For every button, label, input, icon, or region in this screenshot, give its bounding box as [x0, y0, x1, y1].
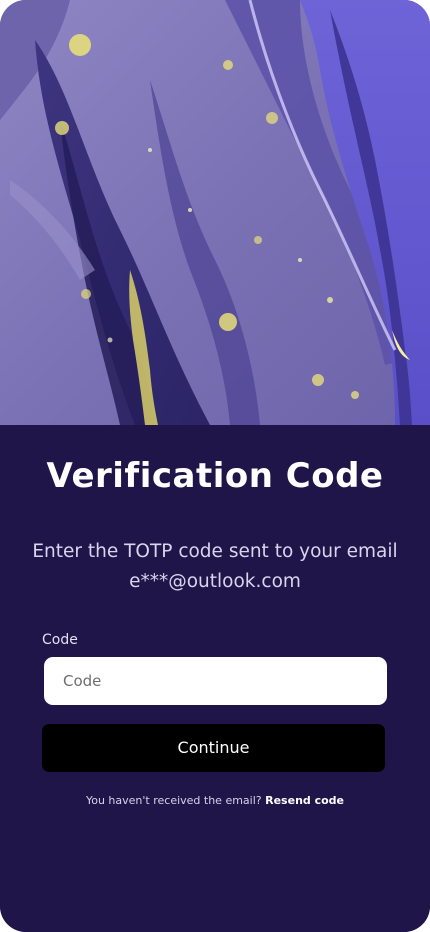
continue-button[interactable]: Continue	[42, 724, 385, 772]
instructions-line: Enter the TOTP code sent to your email	[32, 541, 398, 562]
resend-code-link[interactable]: Resend code	[265, 794, 344, 807]
instructions-text: Enter the TOTP code sent to your email e…	[10, 537, 420, 597]
masked-email: e***@outlook.com	[129, 571, 301, 592]
hero-image	[0, 0, 430, 425]
code-field-label: Code	[42, 632, 78, 648]
resend-row: You haven't received the email? Resend c…	[0, 793, 430, 809]
verification-panel: Verification Code Enter the TOTP code se…	[0, 425, 430, 932]
resend-prompt: You haven't received the email?	[85, 794, 266, 807]
verification-screen: Verification Code Enter the TOTP code se…	[0, 0, 430, 932]
page-title: Verification Code	[46, 456, 384, 496]
abstract-marble-artwork	[0, 0, 430, 425]
code-input[interactable]	[44, 657, 387, 705]
